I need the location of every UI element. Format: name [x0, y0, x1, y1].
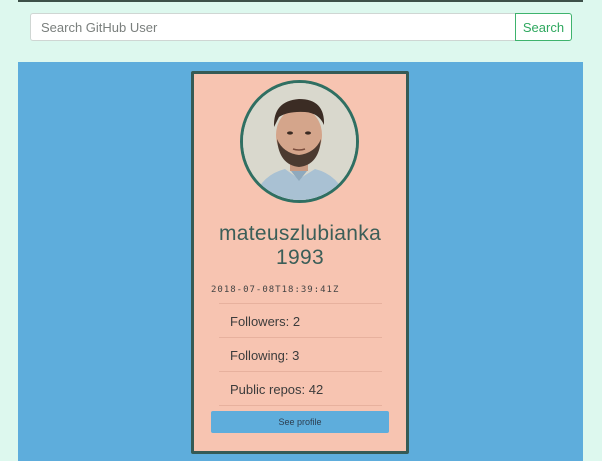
created-at: 2018-07-08T18:39:41Z — [211, 285, 340, 295]
search-button[interactable]: Search — [515, 13, 572, 41]
avatar-photo — [243, 83, 356, 200]
stats-list: Followers: 2 Following: 3 Public repos: … — [219, 303, 382, 406]
avatar — [240, 80, 359, 203]
username-line-1: mateuszlubianka — [218, 222, 382, 245]
results-area: mateuszlubianka 1993 2018-07-08T18:39:41… — [18, 62, 583, 461]
user-card: mateuszlubianka 1993 2018-07-08T18:39:41… — [191, 71, 409, 454]
see-profile-button[interactable]: See profile — [211, 411, 389, 433]
search-input[interactable] — [30, 13, 515, 41]
following-count: Following: 3 — [219, 338, 382, 372]
username-line-2: 1993 — [276, 246, 324, 269]
top-border — [18, 0, 583, 2]
followers-count: Followers: 2 — [219, 304, 382, 338]
username: mateuszlubianka 1993 — [194, 222, 406, 270]
search-bar: Search — [30, 13, 572, 41]
public-repos-count: Public repos: 42 — [219, 372, 382, 406]
